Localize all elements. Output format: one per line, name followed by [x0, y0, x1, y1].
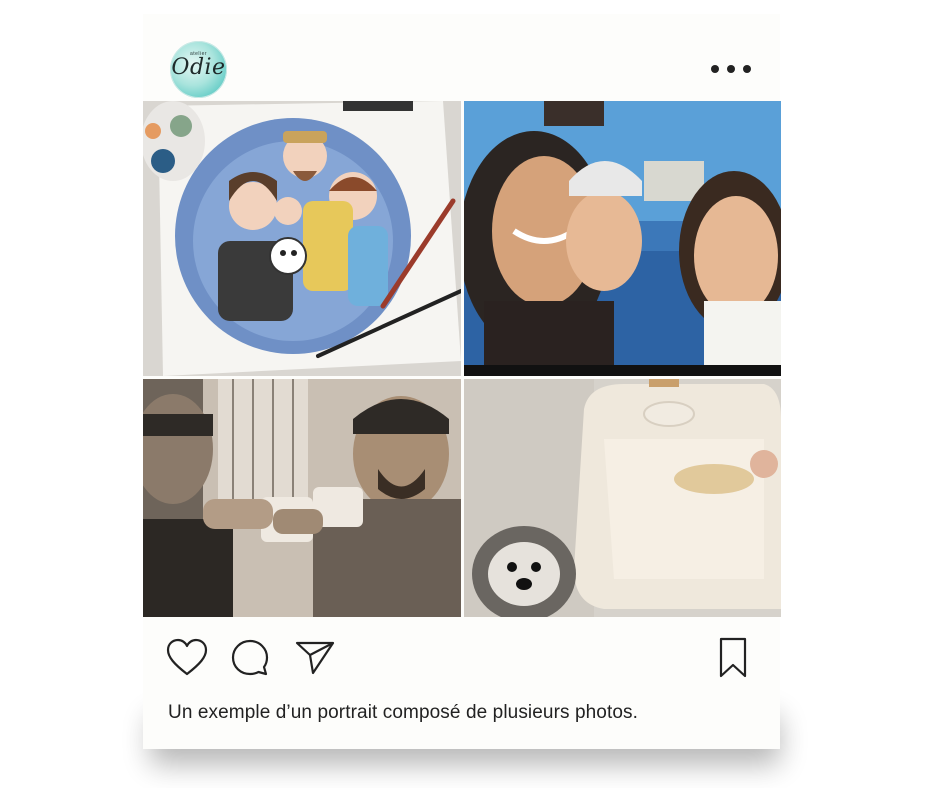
avatar[interactable]: atelier Odie [170, 41, 227, 98]
photo-watercolor-family-portrait [143, 101, 461, 376]
post-header: atelier Odie [143, 14, 780, 100]
more-horizontal-icon[interactable] [711, 63, 751, 75]
avatar-logo-text: Odie [171, 55, 226, 80]
photo-family-selfie-pool [464, 101, 781, 376]
instagram-post-card: atelier Odie Un exemple d’un portrait co… [143, 14, 781, 749]
photo-dog-high-chair [464, 379, 781, 617]
comment-icon[interactable] [230, 638, 270, 683]
heart-icon[interactable] [166, 638, 208, 683]
post-caption: Un exemple d’un portrait composé de plus… [168, 702, 639, 723]
photo-coffee-toast [143, 379, 461, 617]
bookmark-icon[interactable] [718, 637, 748, 684]
send-icon[interactable] [295, 640, 335, 681]
post-actions-bar [143, 634, 780, 684]
